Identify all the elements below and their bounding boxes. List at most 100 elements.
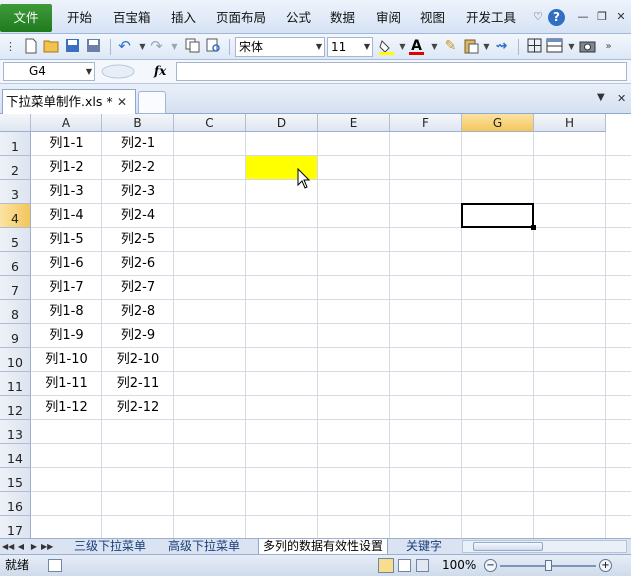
row-header-17[interactable]: 17 [0,516,31,538]
row-header-3[interactable]: 3 [0,180,31,204]
format-painter-icon[interactable]: ✎ [442,38,459,55]
fill-color-icon[interactable] [378,38,395,55]
cell-b11[interactable]: 列2-11 [102,372,174,396]
menu-data[interactable]: 数据 [330,0,355,34]
select-all-corner[interactable] [0,114,31,132]
row-header-1[interactable]: 1 [0,132,31,156]
menu-formulas[interactable]: 公式 [286,0,311,34]
cell-b2[interactable]: 列2-2 [102,156,174,180]
cell-a8[interactable]: 列1-8 [31,300,102,324]
row-header-6[interactable]: 6 [0,252,31,276]
cell-a5[interactable]: 列1-5 [31,228,102,252]
cell-a2[interactable]: 列1-2 [31,156,102,180]
active-cell-g4[interactable] [461,203,534,228]
new-document-icon[interactable] [22,38,39,55]
column-header-g[interactable]: G [462,114,534,132]
ribbon-collapse-icon[interactable]: ♡ [530,9,546,25]
menu-file[interactable]: 文件 [0,4,52,32]
open-folder-icon[interactable] [43,38,60,55]
first-sheet-icon[interactable]: ◀◀ [2,539,14,554]
cell-a10[interactable]: 列1-10 [31,348,102,372]
cell-b4[interactable]: 列2-4 [102,204,174,228]
row-header-14[interactable]: 14 [0,444,31,468]
row-header-13[interactable]: 13 [0,420,31,444]
column-header-d[interactable]: D [246,114,318,132]
insert-function-icon[interactable]: fx [154,62,166,81]
font-size-select[interactable]: 11 ▼ [327,37,373,57]
prev-sheet-icon[interactable]: ◀ [15,539,27,554]
next-sheet-icon[interactable]: ▶ [28,539,40,554]
sheet-tab[interactable]: 三级下拉菜单 [70,539,150,554]
column-header-c[interactable]: C [174,114,246,132]
cell-a12[interactable]: 列1-12 [31,396,102,420]
camera-icon[interactable] [579,38,596,55]
menu-insert[interactable]: 插入 [171,0,196,34]
row-header-10[interactable]: 10 [0,348,31,372]
zoom-in-icon[interactable]: + [599,559,612,572]
horizontal-scrollbar[interactable] [462,540,627,553]
row-header-4[interactable]: 4 [0,204,31,228]
connect-icon[interactable]: ⇝ [493,38,510,55]
cell-b3[interactable]: 列2-3 [102,180,174,204]
borders-icon[interactable] [526,38,543,55]
row-header-15[interactable]: 15 [0,468,31,492]
column-header-a[interactable]: A [31,114,102,132]
sheet-tab[interactable]: 关键字 [402,539,454,554]
cell-b6[interactable]: 列2-6 [102,252,174,276]
page-break-view-icon[interactable] [416,559,429,572]
menu-developer[interactable]: 开发工具 [466,0,516,34]
formula-input[interactable] [176,62,627,81]
row-header-9[interactable]: 9 [0,324,31,348]
copy-icon[interactable] [184,38,201,55]
font-name-select[interactable]: 宋体 ▼ [235,37,325,57]
document-tab-active[interactable]: 下拉菜单制作.xls * ✕ [2,89,136,114]
column-header-b[interactable]: B [102,114,174,132]
cell-a11[interactable]: 列1-11 [31,372,102,396]
column-header-f[interactable]: F [390,114,462,132]
toolbar-overflow-icon[interactable]: » [600,38,617,55]
menu-toolbox[interactable]: 百宝箱 [113,0,151,34]
undo-icon[interactable]: ↶ [116,38,133,55]
cell-a1[interactable]: 列1-1 [31,132,102,156]
fill-handle[interactable] [531,225,536,230]
cell-a7[interactable]: 列1-7 [31,276,102,300]
row-header-8[interactable]: 8 [0,300,31,324]
menu-home[interactable]: 开始 [67,0,92,34]
close-icon[interactable]: ✕ [613,9,629,25]
cell-b9[interactable]: 列2-9 [102,324,174,348]
font-color-icon[interactable]: A [408,38,425,55]
normal-view-icon[interactable] [378,558,394,573]
table-style-icon[interactable] [546,38,563,55]
redo-dropdown-icon[interactable]: ▼ [166,38,183,55]
zoom-slider-thumb[interactable] [545,560,552,571]
cell-a3[interactable]: 列1-3 [31,180,102,204]
new-tab-button[interactable] [138,91,166,114]
tab-list-dropdown-icon[interactable]: ▼ [597,92,605,103]
name-box[interactable]: G4 ▼ [3,62,95,81]
cell-a6[interactable]: 列1-6 [31,252,102,276]
cell-b7[interactable]: 列2-7 [102,276,174,300]
row-header-16[interactable]: 16 [0,492,31,516]
row-header-12[interactable]: 12 [0,396,31,420]
redo-icon[interactable]: ↷ [148,38,165,55]
row-header-2[interactable]: 2 [0,156,31,180]
row-header-11[interactable]: 11 [0,372,31,396]
close-tab-icon[interactable]: ✕ [117,90,127,114]
save-as-icon[interactable] [85,38,102,55]
macro-record-icon[interactable] [48,559,62,572]
close-document-icon[interactable]: ✕ [617,92,626,105]
cell-b12[interactable]: 列2-12 [102,396,174,420]
cell-a9[interactable]: 列1-9 [31,324,102,348]
row-header-7[interactable]: 7 [0,276,31,300]
sheet-tab[interactable]: 高级下拉菜单 [164,539,244,554]
cell-a4[interactable]: 列1-4 [31,204,102,228]
menu-page-layout[interactable]: 页面布局 [216,0,266,34]
column-header-e[interactable]: E [318,114,390,132]
row-header-5[interactable]: 5 [0,228,31,252]
restore-icon[interactable]: ❐ [594,9,610,25]
paste-icon[interactable] [462,38,479,55]
last-sheet-icon[interactable]: ▶▶ [41,539,53,554]
save-icon[interactable] [64,38,81,55]
print-preview-icon[interactable] [205,38,222,55]
column-header-h[interactable]: H [534,114,606,132]
